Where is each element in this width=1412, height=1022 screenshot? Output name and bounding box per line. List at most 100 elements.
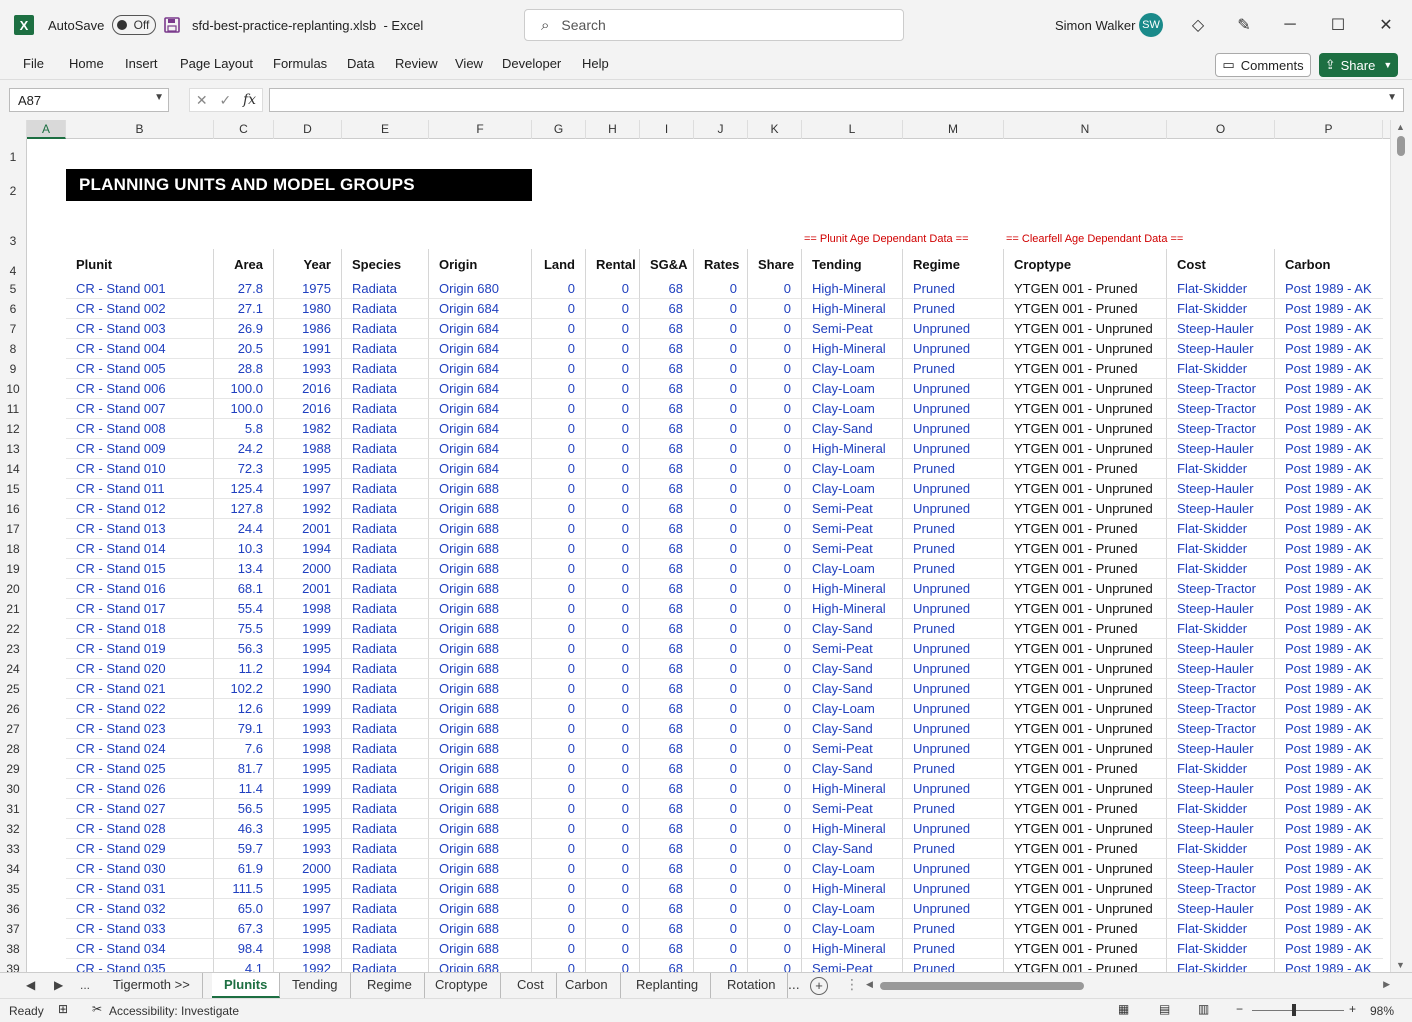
table-cell[interactable]: Radiata [342,899,429,919]
table-cell[interactable]: YTGEN 001 - Pruned [1004,359,1167,379]
table-cell[interactable]: Radiata [342,699,429,719]
table-cell[interactable]: 2001 [274,519,342,539]
table-cell[interactable]: 0 [586,559,640,579]
table-cell[interactable]: Radiata [342,519,429,539]
table-cell[interactable]: 0 [694,419,748,439]
table-cell[interactable]: CR - Stand 015 [66,559,214,579]
table-cell[interactable]: Unpruned [903,879,1004,899]
table-cell[interactable]: Pruned [903,359,1004,379]
table-cell[interactable]: 0 [748,579,802,599]
table-cell[interactable]: 0 [694,459,748,479]
table-cell[interactable]: YTGEN 001 - Pruned [1004,919,1167,939]
tab-regime[interactable]: Regime [355,973,425,998]
autosave-control[interactable]: AutoSave Off [48,0,157,50]
tab-cost[interactable]: Cost [505,973,557,998]
table-cell[interactable]: Unpruned [903,339,1004,359]
table-cell[interactable]: High-Mineral [802,819,903,839]
table-cell[interactable]: Origin 688 [429,659,532,679]
table-cell[interactable]: 0 [694,499,748,519]
table-cell[interactable]: Origin 688 [429,959,532,972]
table-cell[interactable]: 0 [586,579,640,599]
table-cell[interactable]: Pruned [903,519,1004,539]
row-header[interactable]: 4 [0,249,26,279]
table-cell[interactable]: Steep-Hauler [1167,779,1275,799]
table-cell[interactable]: 0 [586,659,640,679]
save-icon[interactable] [164,0,180,50]
table-cell[interactable]: Steep-Hauler [1167,819,1275,839]
table-cell[interactable]: 1995 [274,459,342,479]
table-cell[interactable]: Pruned [903,459,1004,479]
table-cell[interactable]: CR - Stand 032 [66,899,214,919]
table-cell[interactable]: 1992 [274,499,342,519]
table-cell[interactable]: 2016 [274,379,342,399]
table-cell[interactable]: 0 [586,699,640,719]
table-cell[interactable]: Post 1989 - AK [1275,459,1383,479]
table-cell[interactable]: CR - Stand 025 [66,759,214,779]
table-cell[interactable]: 68 [640,679,694,699]
table-cell[interactable]: CR - Stand 034 [66,939,214,959]
table-cell[interactable]: 0 [586,379,640,399]
table-cell[interactable]: Post 1989 - AK [1275,579,1383,599]
table-cell[interactable]: CR - Stand 022 [66,699,214,719]
table-cell[interactable]: CR - Stand 018 [66,619,214,639]
table-cell[interactable]: 0 [694,819,748,839]
accessibility-status[interactable]: Accessibility: Investigate [109,1004,239,1018]
table-cell[interactable]: Post 1989 - AK [1275,939,1383,959]
table-cell[interactable]: Post 1989 - AK [1275,539,1383,559]
table-cell[interactable]: 81.7 [214,759,274,779]
table-cell[interactable]: CR - Stand 016 [66,579,214,599]
diamond-icon[interactable]: ◇ [1187,14,1209,36]
table-cell[interactable]: Clay-Sand [802,679,903,699]
table-cell[interactable]: High-Mineral [802,279,903,299]
tab-rotation[interactable]: Rotation [715,973,789,998]
column-header[interactable]: H [586,120,640,139]
table-cell[interactable]: Origin 688 [429,719,532,739]
table-cell[interactable]: Clay-Sand [802,619,903,639]
table-cell[interactable]: YTGEN 001 - Pruned [1004,519,1167,539]
table-cell[interactable]: 68 [640,919,694,939]
table-cell[interactable]: Semi-Peat [802,799,903,819]
table-cell[interactable]: Post 1989 - AK [1275,379,1383,399]
table-cell[interactable]: Steep-Hauler [1167,439,1275,459]
table-cell[interactable]: 0 [748,399,802,419]
table-cell[interactable]: YTGEN 001 - Unpruned [1004,339,1167,359]
table-cell[interactable]: High-Mineral [802,439,903,459]
table-cell[interactable]: 1980 [274,299,342,319]
table-cell[interactable]: 0 [586,419,640,439]
table-cell[interactable]: Origin 688 [429,679,532,699]
table-cell[interactable]: Unpruned [903,399,1004,419]
menu-view[interactable]: View [455,56,483,71]
tab-replanting[interactable]: Replanting [624,973,712,998]
table-cell[interactable]: Origin 684 [429,419,532,439]
table-cell[interactable]: Unpruned [903,419,1004,439]
table-cell[interactable]: 1975 [274,279,342,299]
table-cell[interactable]: Flat-Skidder [1167,959,1275,972]
table-cell[interactable]: Origin 688 [429,799,532,819]
table-cell[interactable]: Unpruned [903,819,1004,839]
table-cell[interactable]: 125.4 [214,479,274,499]
table-cell[interactable]: 102.2 [214,679,274,699]
table-cell[interactable]: Clay-Loam [802,559,903,579]
table-cell[interactable]: 0 [586,799,640,819]
scroll-thumb[interactable] [1397,136,1405,156]
table-cell[interactable]: Unpruned [903,639,1004,659]
table-cell[interactable]: High-Mineral [802,599,903,619]
table-cell[interactable]: Flat-Skidder [1167,279,1275,299]
table-cell[interactable]: Unpruned [903,659,1004,679]
user-name[interactable]: Simon Walker [1055,0,1135,50]
row-header[interactable]: 9 [0,359,26,379]
table-cell[interactable]: YTGEN 001 - Pruned [1004,539,1167,559]
table-cell[interactable]: 0 [586,439,640,459]
table-cell[interactable]: 0 [694,699,748,719]
table-cell[interactable]: CR - Stand 023 [66,719,214,739]
table-cell[interactable]: 0 [748,679,802,699]
table-cell[interactable]: YTGEN 001 - Pruned [1004,559,1167,579]
table-cell[interactable]: CR - Stand 006 [66,379,214,399]
table-cell[interactable]: High-Mineral [802,779,903,799]
table-cell[interactable]: Semi-Peat [802,519,903,539]
table-cell[interactable]: Radiata [342,879,429,899]
table-cell[interactable]: Unpruned [903,779,1004,799]
table-cell[interactable]: 0 [748,359,802,379]
table-cell[interactable]: 13.4 [214,559,274,579]
table-cell[interactable]: 1986 [274,319,342,339]
